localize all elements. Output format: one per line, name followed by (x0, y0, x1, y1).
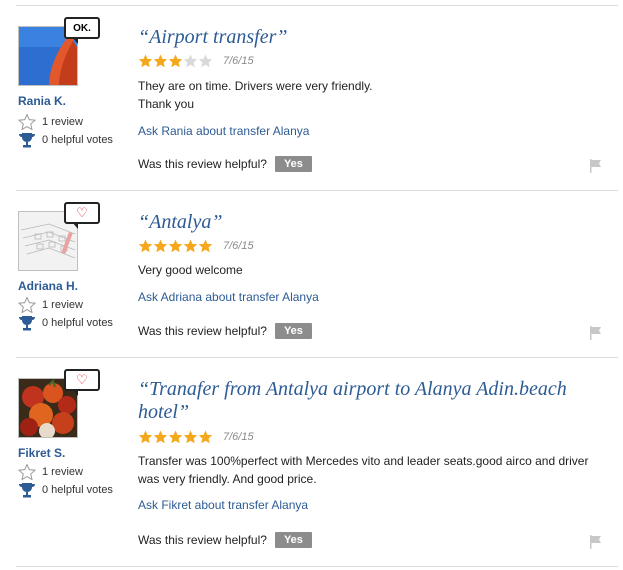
star-icon (183, 54, 198, 68)
review-body: They are on time. Drivers were very frie… (138, 77, 608, 113)
review-title[interactable]: “Airport transfer” (138, 26, 598, 49)
yes-button[interactable]: Yes (274, 156, 312, 172)
review-star-outline-icon (17, 463, 37, 481)
review-title[interactable]: “Antalya” (138, 211, 598, 234)
star-icon (138, 239, 153, 253)
helpful-votes: 0 helpful votes (18, 315, 113, 331)
star-icon (153, 239, 168, 253)
review-count: 1 review (17, 296, 83, 314)
flag-icon[interactable] (589, 535, 603, 549)
rating-stars (138, 239, 213, 253)
rating: 7/6/15 (138, 54, 254, 68)
helpful-prompt: Was this review helpful? Yes (138, 323, 312, 339)
review-star-outline-icon (17, 296, 37, 314)
review-count-label: 1 review (42, 299, 83, 311)
ask-reviewer-link[interactable]: Ask Fikret about transfer Alanya (138, 498, 308, 512)
helpful-votes-label: 0 helpful votes (42, 484, 113, 496)
star-icon (198, 430, 213, 444)
star-icon (153, 430, 168, 444)
heart-badge-icon: ♡ (64, 202, 100, 229)
helpful-question: Was this review helpful? (138, 324, 267, 338)
helpful-prompt: Was this review helpful? Yes (138, 156, 312, 172)
rating: 7/6/15 (138, 239, 254, 253)
star-icon (183, 430, 198, 444)
review-star-outline-icon (17, 113, 37, 131)
review-card: ♡ Adriana H. 1 review 0 helpful votes “A… (0, 191, 623, 357)
review-count-label: 1 review (42, 466, 83, 478)
star-icon (168, 239, 183, 253)
review-count: 1 review (17, 113, 83, 131)
username[interactable]: Rania K. (18, 94, 66, 108)
rating-stars (138, 430, 213, 444)
review-date: 7/6/15 (223, 431, 254, 443)
flag-icon[interactable] (589, 159, 603, 173)
helpful-prompt: Was this review helpful? Yes (138, 532, 312, 548)
helpful-question: Was this review helpful? (138, 533, 267, 547)
yes-button[interactable]: Yes (274, 532, 312, 548)
divider-bottom (16, 566, 618, 567)
helpful-question: Was this review helpful? (138, 157, 267, 171)
rating-stars (138, 54, 213, 68)
helpful-votes-label: 0 helpful votes (42, 134, 113, 146)
trophy-icon (18, 315, 36, 331)
star-icon (168, 54, 183, 68)
username[interactable]: Fikret S. (18, 446, 65, 460)
helpful-votes-label: 0 helpful votes (42, 317, 113, 329)
trophy-icon (18, 132, 36, 148)
review-count-label: 1 review (42, 116, 83, 128)
review-date: 7/6/15 (223, 240, 254, 252)
ask-reviewer-link[interactable]: Ask Rania about transfer Alanya (138, 124, 309, 138)
star-icon (153, 54, 168, 68)
star-icon (138, 54, 153, 68)
trophy-icon (18, 482, 36, 498)
star-icon (198, 54, 213, 68)
review-card: ♡ Fikret S. 1 review 0 helpful votes “Tr… (0, 358, 623, 566)
star-icon (168, 430, 183, 444)
ask-reviewer-link[interactable]: Ask Adriana about transfer Alanya (138, 290, 319, 304)
review-title[interactable]: “Tranafer from Antalya airport to Alanya… (138, 378, 598, 424)
review-date: 7/6/15 (223, 55, 254, 67)
review-body-line: Thank you (138, 97, 195, 111)
heart-badge-icon: ♡ (64, 369, 100, 396)
star-icon (183, 239, 198, 253)
review-body-line: Very good welcome (138, 263, 243, 277)
yes-button[interactable]: Yes (274, 323, 312, 339)
flag-icon[interactable] (589, 326, 603, 340)
reviewer-badge: OK. (64, 17, 100, 44)
review-count: 1 review (17, 463, 83, 481)
review-body-line: Transfer was 100%perfect with Mercedes v… (138, 454, 589, 468)
star-icon (198, 239, 213, 253)
rating: 7/6/15 (138, 430, 254, 444)
helpful-votes: 0 helpful votes (18, 132, 113, 148)
review-body: Very good welcome (138, 261, 608, 279)
review-card: OK. Rania K. 1 review 0 helpful votes “A… (0, 6, 623, 190)
username[interactable]: Adriana H. (18, 279, 78, 293)
helpful-votes: 0 helpful votes (18, 482, 113, 498)
review-body-line: was very friendly. And good price. (138, 472, 317, 486)
review-body: Transfer was 100%perfect with Mercedes v… (138, 452, 608, 488)
review-body-line: They are on time. Drivers were very frie… (138, 79, 373, 93)
star-icon (138, 430, 153, 444)
